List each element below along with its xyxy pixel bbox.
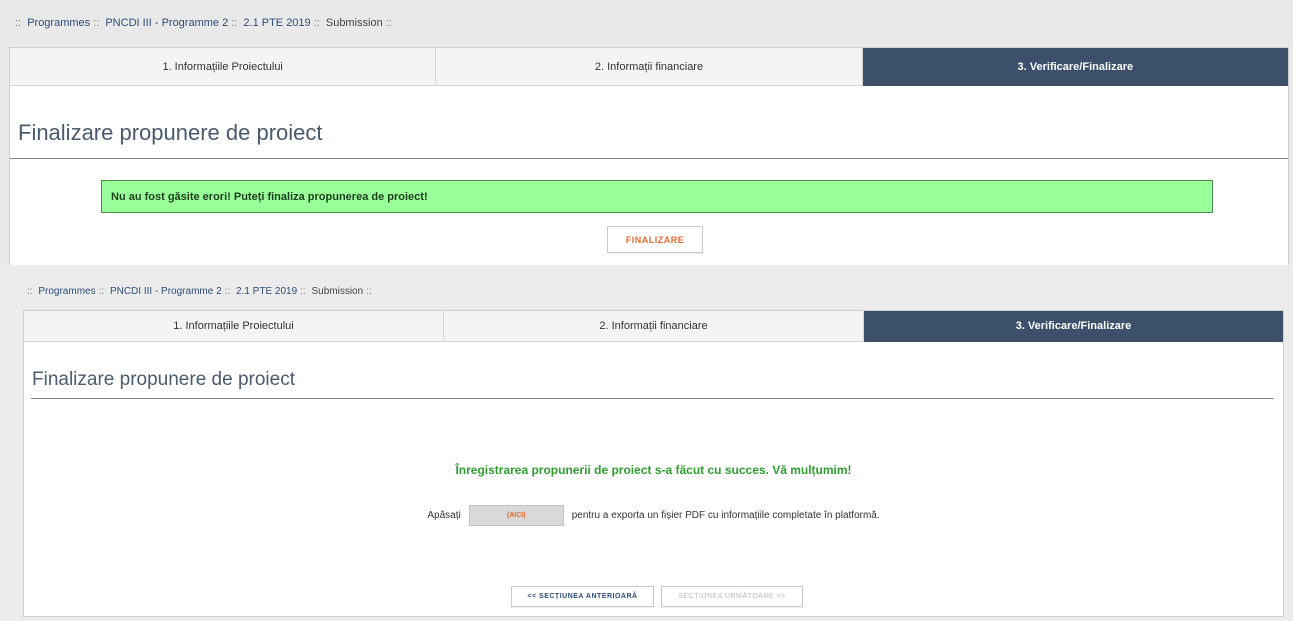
submission-success-message: Înregistrarea propunerii de proiect s-a … xyxy=(455,463,852,477)
breadcrumb-separator: :: xyxy=(366,286,372,297)
tab-verify-finalize[interactable]: 3. Verificare/Finalizare xyxy=(864,311,1283,342)
breadcrumb-separator: :: xyxy=(385,17,392,29)
page-title: Finalizare propunere de proiect xyxy=(32,369,295,390)
breadcrumb: :: Programmes:: PNCDI III - Programme 2:… xyxy=(12,17,395,29)
tab-financial-info[interactable]: 2. Informații financiare xyxy=(436,48,863,86)
breadcrumb-submission: Submission xyxy=(325,17,383,29)
breadcrumb-separator: :: xyxy=(27,286,33,297)
tab-project-info[interactable]: 1. Informațiile Proiectului xyxy=(24,311,444,342)
export-pdf-row: Apăsați (AICI) pentru a exporta un fișie… xyxy=(24,505,1283,526)
breadcrumb-separator: :: xyxy=(313,17,320,29)
tab-financial-info[interactable]: 2. Informații financiare xyxy=(444,311,864,342)
breadcrumb-submission: Submission xyxy=(311,286,364,297)
breadcrumb-separator: :: xyxy=(231,17,238,29)
panel-after-finalize: :: Programmes:: PNCDI III - Programme 2:… xyxy=(0,265,1293,621)
export-suffix-text: pentru a exporta un fișier PDF cu inform… xyxy=(571,510,880,521)
form-card: 1. Informațiile Proiectului 2. Informați… xyxy=(9,47,1289,311)
form-card: 1. Informațiile Proiectului 2. Informați… xyxy=(23,310,1284,617)
breadcrumb-pncdi[interactable]: PNCDI III - Programme 2 xyxy=(105,17,228,29)
page-title: Finalizare propunere de proiect xyxy=(18,120,323,145)
breadcrumb-separator: :: xyxy=(93,17,100,29)
tab-bar: 1. Informațiile Proiectului 2. Informați… xyxy=(24,311,1283,342)
tab-verify-finalize[interactable]: 3. Verificare/Finalizare xyxy=(862,48,1288,86)
tab-project-info[interactable]: 1. Informațiile Proiectului xyxy=(10,48,437,86)
finalize-button[interactable]: FINALIZARE xyxy=(607,226,703,253)
breadcrumb-separator: :: xyxy=(98,286,105,297)
previous-section-button[interactable]: << SECȚIUNEA ANTERIOARĂ xyxy=(511,586,654,607)
tab-bar: 1. Informațiile Proiectului 2. Informați… xyxy=(10,48,1288,86)
breadcrumb: :: Programmes:: PNCDI III - Programme 2:… xyxy=(24,286,375,297)
breadcrumb-separator: :: xyxy=(15,17,22,29)
title-divider xyxy=(31,398,1274,399)
breadcrumb-programmes[interactable]: Programmes xyxy=(27,17,90,29)
breadcrumb-separator: :: xyxy=(224,286,231,297)
export-pdf-button[interactable]: (AICI) xyxy=(468,505,564,526)
breadcrumb-pncdi[interactable]: PNCDI III - Programme 2 xyxy=(110,286,222,297)
panel-before-finalize: :: Programmes:: PNCDI III - Programme 2:… xyxy=(0,0,1293,311)
export-prefix-text: Apăsați xyxy=(427,510,461,521)
validation-success-alert: Nu au fost găsite erori! Puteți finaliza… xyxy=(101,180,1213,213)
breadcrumb-separator: :: xyxy=(300,286,306,297)
title-divider xyxy=(10,158,1288,159)
breadcrumb-pte[interactable]: 2.1 PTE 2019 xyxy=(243,17,310,29)
breadcrumb-pte[interactable]: 2.1 PTE 2019 xyxy=(236,286,297,297)
next-section-button: SECȚIUNEA URMĂTOARE >> xyxy=(661,586,803,607)
breadcrumb-programmes[interactable]: Programmes xyxy=(38,286,95,297)
